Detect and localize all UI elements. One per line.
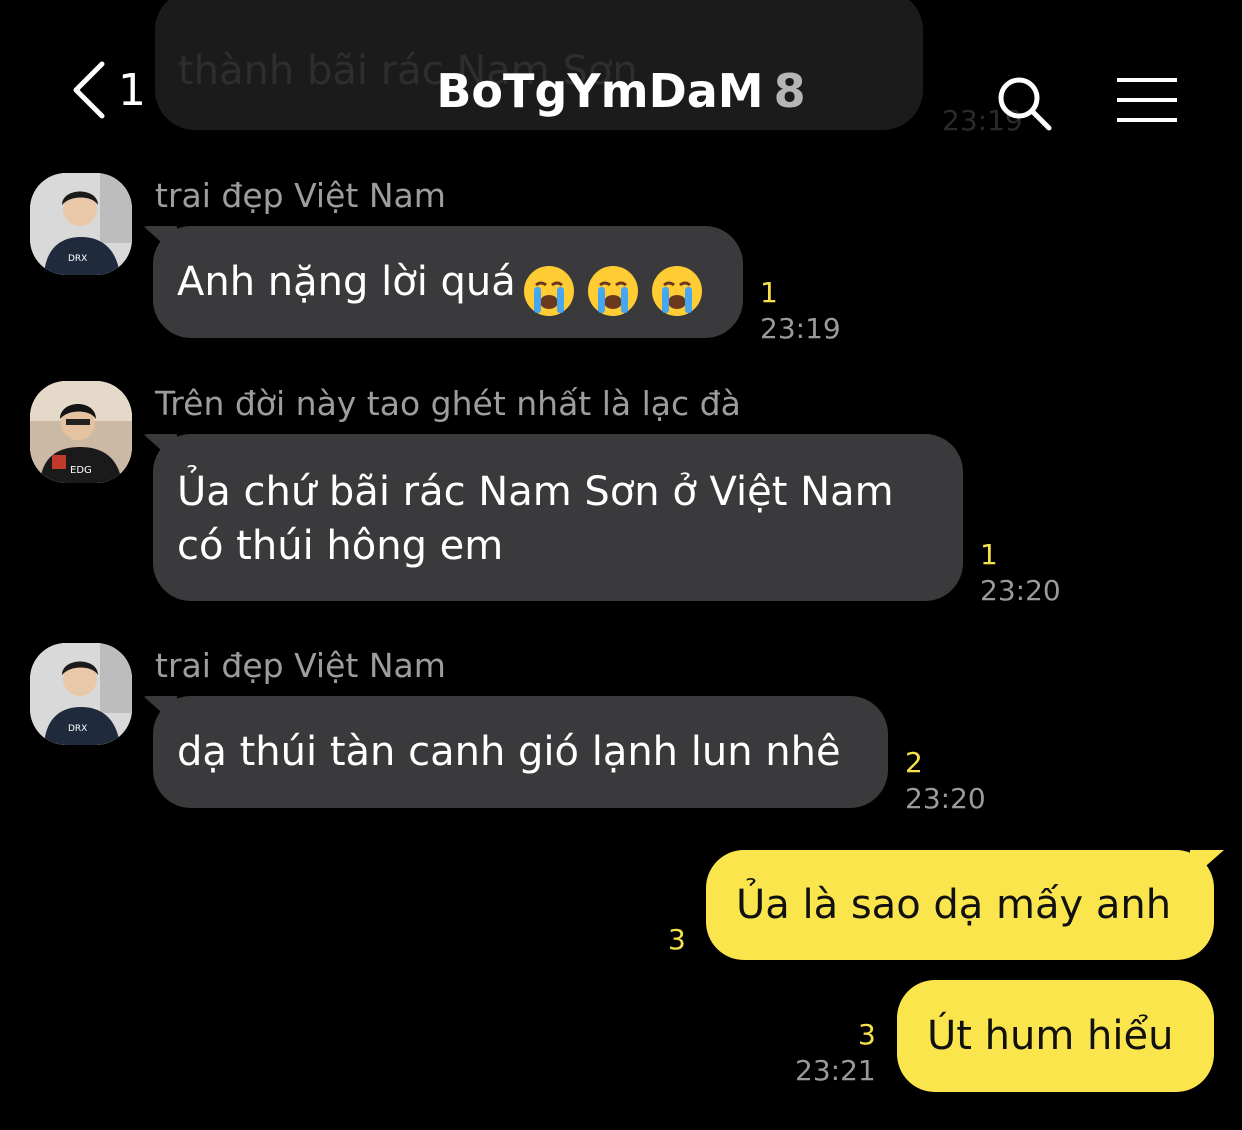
sender-name: Trên đời này tao ghét nhất là lạc đà [155, 384, 741, 423]
unread-count: 2 [905, 746, 923, 779]
profile-photo: DRX [30, 173, 132, 275]
avatar[interactable]: EDG [30, 381, 132, 483]
unread-count: 1 [980, 538, 998, 571]
sender-name: trai đẹp Việt Nam [155, 646, 446, 685]
avatar[interactable]: DRX [30, 173, 132, 275]
sent-message-bubble[interactable]: Út hum hiểu [897, 980, 1214, 1092]
message-text: dạ thúi tàn canh gió lạnh lun nhê [177, 729, 841, 775]
unread-count: 3 [858, 1018, 876, 1051]
message-text: Út hum hiểu [927, 1013, 1174, 1059]
search-button[interactable] [995, 74, 1055, 134]
search-icon [995, 77, 1055, 138]
message-time: 23:20 [905, 782, 986, 815]
avatar[interactable]: DRX [30, 643, 132, 745]
unread-count: 3 [668, 923, 686, 956]
svg-text:EDG: EDG [70, 465, 92, 476]
message-bubble[interactable]: dạ thúi tàn canh gió lạnh lun nhê [153, 696, 888, 808]
member-count: 8 [773, 64, 806, 118]
message-time: 23:20 [980, 574, 1061, 607]
profile-photo: DRX [30, 643, 132, 745]
menu-button[interactable] [1115, 76, 1179, 128]
svg-text:DRX: DRX [68, 254, 87, 264]
sent-message-bubble[interactable]: Ủa là sao dạ mấy anh [706, 850, 1214, 960]
menu-icon [1115, 78, 1179, 132]
chat-title[interactable]: BoTgYmDaM 8 [0, 64, 1242, 118]
message-bubble[interactable]: Anh nặng lời quá [153, 226, 743, 338]
crying-face-icon [651, 265, 702, 316]
chat-screen: thành bãi rác Nam Sơn 23:19 1 BoTgYmDaM 8 [0, 0, 1242, 1130]
message-text: Anh nặng lời quá [177, 259, 516, 305]
message-text-line-2: có thúi hông em [177, 523, 504, 569]
profile-photo: EDG [30, 381, 132, 483]
chat-title-text: BoTgYmDaM [436, 64, 764, 118]
unread-count: 1 [760, 276, 778, 309]
chat-header: 1 BoTgYmDaM 8 [0, 40, 1242, 150]
svg-text:DRX: DRX [68, 724, 87, 734]
message-text-line-1: Ủa chứ bãi rác Nam Sơn ở Việt Nam [177, 469, 894, 515]
emoji-group [522, 264, 704, 318]
sender-name: trai đẹp Việt Nam [155, 176, 446, 215]
message-bubble[interactable]: Ủa chứ bãi rác Nam Sơn ở Việt Nam có thú… [153, 434, 963, 601]
message-text: Ủa là sao dạ mấy anh [736, 882, 1172, 928]
crying-face-icon [523, 265, 574, 316]
message-time: 23:21 [795, 1054, 876, 1087]
crying-face-icon [587, 265, 638, 316]
message-time: 23:19 [760, 312, 841, 345]
